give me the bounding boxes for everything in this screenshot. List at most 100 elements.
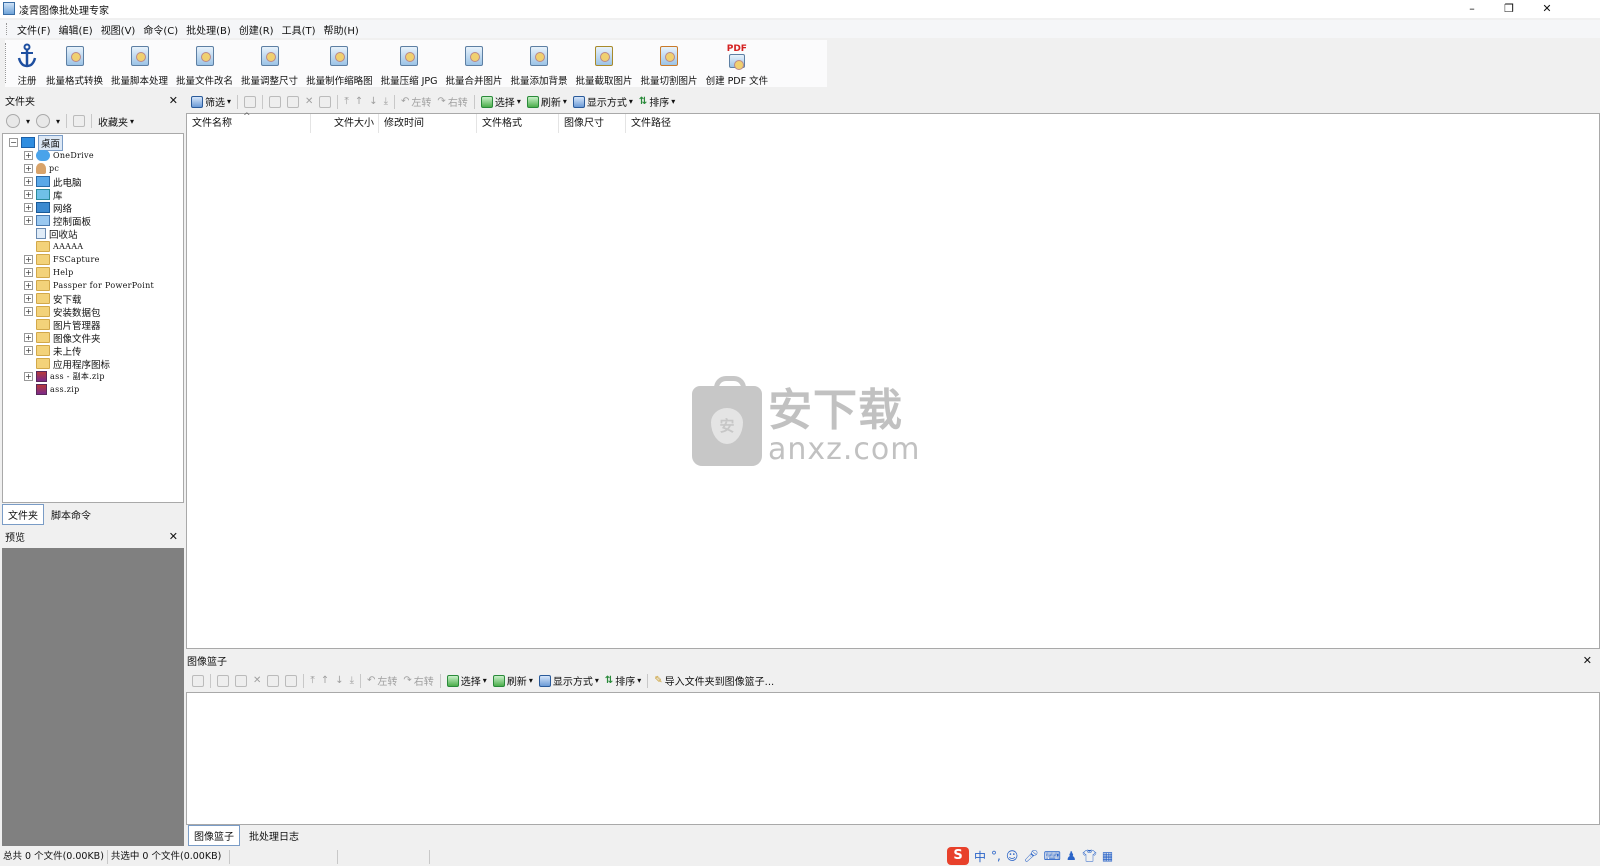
tree-node[interactable]: − 桌面	[3, 134, 183, 151]
tree-node[interactable]: 应用程序图标	[3, 357, 183, 371]
sort-button[interactable]: ⇅ 排序 ▾	[639, 94, 675, 109]
move-down-icon[interactable]: ↓	[369, 96, 377, 107]
column-header-size[interactable]: 文件大小	[311, 114, 379, 133]
delete-icon[interactable]: ✕	[305, 96, 313, 107]
tree-node[interactable]: AAAAA	[3, 240, 183, 253]
rotate-left-button[interactable]: ↶ 左转	[401, 94, 431, 109]
expand-icon[interactable]: +	[24, 190, 33, 199]
tree-node[interactable]: + 图像文件夹	[3, 331, 183, 345]
file-list[interactable]: 文件名称 ^ 文件大小 修改时间 文件格式 图像尺寸 文件路径 安 安下载 an…	[186, 112, 1600, 649]
tree-node[interactable]: + 此电脑	[3, 175, 183, 189]
refresh-button[interactable]: 刷新 ▾	[526, 94, 567, 109]
expand-icon[interactable]: +	[24, 177, 33, 186]
expand-icon[interactable]: +	[24, 268, 33, 277]
batch-merge-button[interactable]: 批量合并图片	[442, 40, 507, 87]
folder-panel-close-icon[interactable]: ✕	[169, 94, 178, 107]
expand-icon[interactable]: +	[24, 151, 33, 160]
copy-icon[interactable]	[287, 95, 300, 108]
tab-folders[interactable]: 文件夹	[2, 503, 44, 525]
column-header-modified[interactable]: 修改时间	[379, 114, 477, 133]
tree-node[interactable]: + 库	[3, 188, 183, 202]
microphone-icon[interactable]: 🎤︎	[1023, 849, 1038, 863]
collapse-icon[interactable]: −	[9, 138, 18, 147]
tree-node[interactable]: + Passper for PowerPoint	[3, 279, 183, 292]
register-button[interactable]: 注册	[12, 40, 42, 87]
back-icon[interactable]	[6, 114, 20, 128]
menu-tools[interactable]: 工具(T)	[278, 22, 320, 37]
column-header-dimensions[interactable]: 图像尺寸	[559, 114, 626, 133]
tree-node[interactable]: 图片管理器	[3, 318, 183, 332]
tree-node[interactable]: + 网络	[3, 201, 183, 215]
tab-batch-log[interactable]: 批处理日志	[244, 826, 304, 845]
batch-resize-button[interactable]: 批量调整尺寸	[237, 40, 302, 87]
move-bottom-icon[interactable]: ⤓	[350, 675, 354, 686]
up-folder-icon[interactable]	[73, 115, 86, 127]
minimize-button[interactable]: –	[1455, 0, 1489, 18]
menu-command[interactable]: 命令(C)	[139, 22, 182, 37]
tree-node[interactable]: 回收站	[3, 227, 183, 241]
save-icon[interactable]	[217, 674, 229, 687]
preview-panel-close-icon[interactable]: ✕	[169, 530, 178, 543]
tree-node[interactable]: + FSCapture	[3, 253, 183, 266]
expand-icon[interactable]: +	[24, 346, 33, 355]
menu-view[interactable]: 视图(V)	[97, 22, 140, 37]
move-up-icon[interactable]: ↑	[355, 96, 363, 107]
ime-punct[interactable]: °,	[991, 849, 1001, 863]
basket-refresh-button[interactable]: 刷新 ▾	[492, 673, 533, 688]
import-folder-button[interactable]: ✎ 导入文件夹到图像篮子...	[654, 673, 774, 688]
tree-node[interactable]: + 控制面板	[3, 214, 183, 228]
expand-icon[interactable]: +	[24, 294, 33, 303]
expand-icon[interactable]: +	[24, 281, 33, 290]
basket-close-icon[interactable]: ✕	[1583, 654, 1592, 667]
basket-display-mode-button[interactable]: 显示方式 ▾	[538, 673, 599, 688]
copy-icon[interactable]	[235, 674, 247, 687]
tree-node[interactable]: + Help	[3, 266, 183, 279]
expand-icon[interactable]: +	[24, 216, 33, 225]
expand-icon[interactable]: +	[24, 372, 33, 381]
tab-script-commands[interactable]: 脚本命令	[46, 505, 96, 524]
tree-node[interactable]: + 安装数据包	[3, 305, 183, 319]
batch-thumbnail-button[interactable]: 批量制作缩略图	[302, 40, 377, 87]
select-button[interactable]: 选择 ▾	[480, 94, 521, 109]
tree-node[interactable]: + pc	[3, 162, 183, 175]
basket-rotate-right-button[interactable]: ↷ 右转	[403, 673, 433, 688]
move-down-icon[interactable]: ↓	[335, 675, 343, 686]
batch-crop-button[interactable]: 批量截取图片	[572, 40, 637, 87]
favorites-button[interactable]: 收藏夹 ▾	[98, 114, 134, 129]
expand-icon[interactable]: +	[24, 255, 33, 264]
folder-tree[interactable]: − 桌面 + OneDrive + pc + 此电脑 + 库 + 网络 + 控制面板 回收站 AAAAA + FS…	[2, 133, 184, 503]
batch-rename-button[interactable]: 批量文件改名	[172, 40, 237, 87]
basket-area[interactable]	[186, 692, 1600, 825]
view-icon[interactable]	[244, 95, 257, 108]
menu-file[interactable]: 文件(F)	[13, 22, 55, 37]
expand-icon[interactable]: +	[24, 333, 33, 342]
sogou-logo-icon[interactable]: S	[947, 847, 969, 865]
toolbox-icon[interactable]: ▦	[1102, 849, 1113, 863]
ime-mode[interactable]: 中	[974, 848, 986, 865]
close-button[interactable]: ✕	[1530, 0, 1564, 18]
skin-icon[interactable]: 👕︎	[1082, 849, 1097, 863]
menu-edit[interactable]: 编辑(E)	[55, 22, 97, 37]
expand-icon[interactable]: +	[24, 307, 33, 316]
tree-node[interactable]: + 未上传	[3, 344, 183, 358]
save-icon[interactable]	[269, 95, 282, 108]
view-icon[interactable]	[192, 674, 204, 687]
menu-create[interactable]: 创建(R)	[235, 22, 278, 37]
trash-icon[interactable]	[285, 674, 298, 687]
rotate-right-button[interactable]: ↷ 右转	[437, 94, 467, 109]
clear-icon[interactable]	[267, 674, 280, 687]
display-mode-button[interactable]: 显示方式 ▾	[572, 94, 633, 109]
batch-cut-button[interactable]: 批量切割图片	[637, 40, 702, 87]
restore-button[interactable]: ❐	[1492, 0, 1526, 18]
column-header-name[interactable]: 文件名称 ^	[187, 112, 311, 133]
keyboard-icon[interactable]: ⌨	[1044, 849, 1061, 863]
basket-rotate-left-button[interactable]: ↶ 左转	[367, 673, 397, 688]
move-top-icon[interactable]: ⤒	[344, 96, 348, 107]
tree-node[interactable]: + OneDrive	[3, 149, 183, 162]
filter-button[interactable]: 筛选 ▾	[191, 94, 231, 109]
column-header-path[interactable]: 文件路径	[626, 114, 746, 133]
column-header-format[interactable]: 文件格式	[477, 114, 559, 133]
tree-node[interactable]: + ass - 副本.zip	[3, 370, 183, 383]
batch-script-button[interactable]: 批量脚本处理	[107, 40, 172, 87]
paste-icon[interactable]	[319, 95, 332, 108]
